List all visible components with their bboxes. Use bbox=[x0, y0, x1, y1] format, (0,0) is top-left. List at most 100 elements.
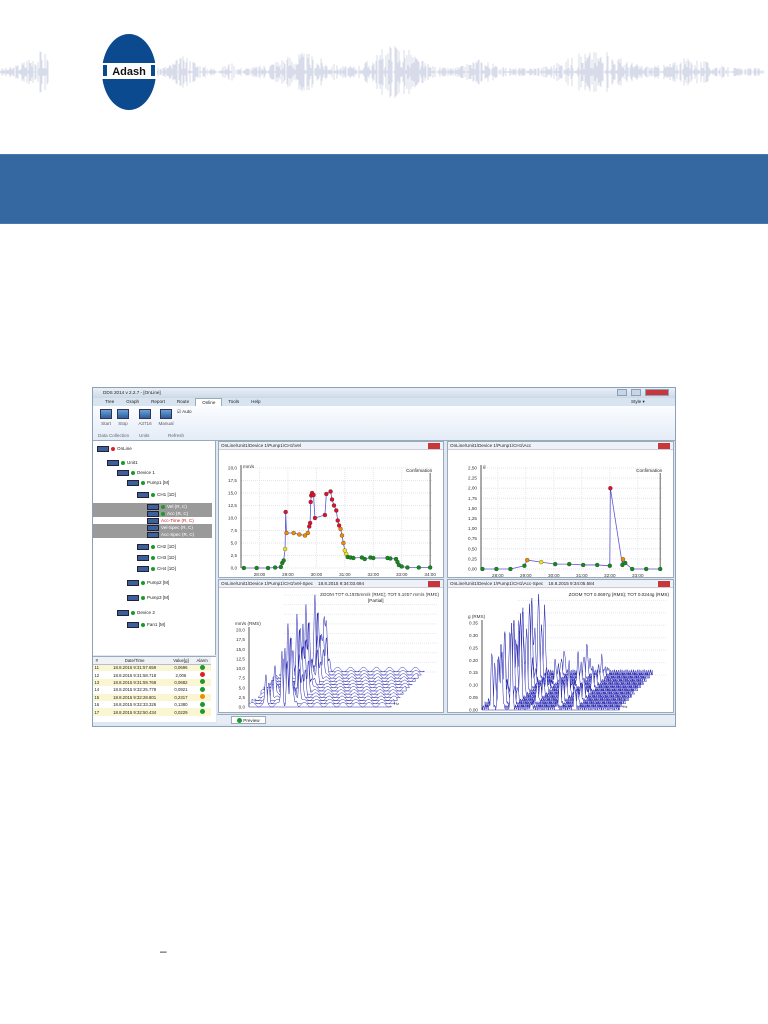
data-point[interactable] bbox=[254, 565, 259, 571]
data-point[interactable] bbox=[362, 556, 367, 562]
auto-checkbox[interactable]: ☑ Auto bbox=[177, 409, 192, 415]
data-point[interactable] bbox=[322, 512, 328, 518]
data-point[interactable] bbox=[567, 562, 572, 567]
data-point[interactable] bbox=[416, 565, 421, 570]
data-point[interactable] bbox=[272, 565, 278, 570]
data-point[interactable] bbox=[371, 555, 376, 561]
panel-close-button[interactable] bbox=[428, 581, 440, 587]
menu-help[interactable]: Help bbox=[245, 398, 266, 406]
data-point[interactable] bbox=[608, 486, 613, 491]
data-point[interactable] bbox=[525, 557, 530, 563]
tree-node[interactable]: CH3 [1D] bbox=[137, 554, 176, 561]
data-point[interactable] bbox=[553, 562, 558, 567]
data-point[interactable] bbox=[522, 563, 527, 568]
data-point[interactable] bbox=[581, 562, 586, 568]
menu-route[interactable]: Route bbox=[171, 398, 195, 406]
close-button[interactable] bbox=[645, 389, 669, 396]
data-point[interactable] bbox=[630, 566, 635, 572]
data-point[interactable] bbox=[284, 530, 289, 536]
tree-node[interactable]: Pump3 [M] bbox=[127, 594, 169, 601]
panel-close-button[interactable] bbox=[658, 443, 670, 449]
menu-online[interactable]: Online bbox=[195, 398, 223, 406]
tree-node[interactable]: Vel-Spec (R, C) bbox=[93, 524, 212, 531]
data-point[interactable] bbox=[595, 562, 600, 568]
data-point[interactable] bbox=[291, 530, 296, 536]
data-point[interactable] bbox=[311, 492, 316, 498]
table-row[interactable]: 12 18.8.2015 9:31:58.718 2,006 bbox=[93, 671, 211, 678]
tree-node[interactable]: Device 1 bbox=[117, 469, 155, 476]
data-point[interactable] bbox=[480, 566, 485, 572]
a3716-button[interactable]: A3716 bbox=[137, 409, 153, 426]
style-dropdown[interactable]: Style ▾ bbox=[631, 399, 645, 405]
start-button[interactable]: Start bbox=[98, 409, 114, 426]
data-point[interactable] bbox=[339, 533, 345, 538]
data-point[interactable] bbox=[282, 546, 288, 552]
table-row[interactable]: 16 18.8.2015 9:32:33.326 0,1380 bbox=[93, 701, 211, 708]
tree-node[interactable]: CH4 [1D] bbox=[137, 565, 176, 572]
tree-node[interactable]: Acc-Time (R, C) bbox=[147, 517, 194, 524]
tree-node[interactable]: CH2 [1D] bbox=[137, 543, 176, 550]
data-point[interactable] bbox=[494, 566, 499, 572]
data-point[interactable] bbox=[312, 515, 318, 521]
data-point[interactable] bbox=[324, 491, 329, 497]
data-point[interactable] bbox=[307, 524, 312, 529]
data-point[interactable] bbox=[307, 520, 313, 526]
data-point[interactable] bbox=[328, 489, 333, 494]
column-header[interactable]: # bbox=[93, 657, 101, 665]
minimize-button[interactable] bbox=[617, 389, 627, 396]
tree-node[interactable]: Acc (R, C) bbox=[93, 510, 212, 517]
tree-node[interactable]: Acc-Spec (R, C) bbox=[93, 531, 212, 538]
tree-node[interactable]: Unit1 bbox=[107, 459, 138, 466]
data-point[interactable] bbox=[405, 565, 410, 570]
data-point[interactable] bbox=[297, 532, 302, 537]
data-point[interactable] bbox=[308, 499, 313, 505]
menu-tools[interactable]: Tools bbox=[222, 398, 245, 406]
data-point[interactable] bbox=[428, 565, 433, 570]
tree-node[interactable]: OnLine bbox=[97, 445, 132, 452]
table-row[interactable]: 15 18.8.2015 9:32:28.801 0,2317 bbox=[93, 693, 211, 701]
column-header[interactable]: Date/Time bbox=[100, 657, 169, 665]
table-row[interactable]: 13 18.8.2015 9:31:59.768 0,0682 bbox=[93, 678, 211, 687]
data-point[interactable] bbox=[620, 557, 626, 562]
data-point[interactable] bbox=[388, 556, 393, 561]
data-point[interactable] bbox=[283, 509, 288, 515]
tree-node[interactable]: Device 2 bbox=[117, 609, 155, 616]
data-point[interactable] bbox=[607, 563, 612, 568]
maximize-button[interactable] bbox=[631, 389, 641, 396]
data-point[interactable] bbox=[331, 503, 337, 508]
table-row[interactable]: 14 18.8.2015 9:32:25.778 0,0921 bbox=[93, 686, 211, 693]
data-point[interactable] bbox=[334, 508, 339, 513]
data-point[interactable] bbox=[265, 565, 271, 571]
data-point[interactable] bbox=[335, 518, 340, 523]
menu-graph[interactable]: Graph bbox=[120, 398, 145, 406]
table-row[interactable]: 11 18.8.2015 9:31:57.659 0,0696 bbox=[93, 664, 211, 672]
tree-node[interactable]: Pump1 [M] bbox=[127, 479, 169, 486]
menu-tree[interactable]: Tree bbox=[99, 398, 120, 406]
data-point[interactable] bbox=[351, 555, 356, 561]
data-point[interactable] bbox=[341, 540, 346, 546]
column-header[interactable]: Value[g] bbox=[168, 657, 194, 665]
tree-node[interactable]: CH1 [1D] bbox=[137, 491, 176, 498]
data-point[interactable] bbox=[658, 566, 663, 572]
data-point[interactable] bbox=[241, 565, 246, 571]
data-point[interactable] bbox=[281, 558, 286, 563]
data-point[interactable] bbox=[508, 566, 513, 572]
tree-node[interactable]: Vel (R, C) bbox=[93, 503, 212, 510]
panel-close-button[interactable] bbox=[658, 581, 670, 587]
panel-close-button[interactable] bbox=[428, 443, 440, 449]
data-point[interactable] bbox=[539, 559, 544, 565]
table-row[interactable]: 17 18.8.2015 9:32:50.434 0,0229 bbox=[93, 708, 211, 716]
data-point[interactable] bbox=[399, 564, 404, 569]
data-point[interactable] bbox=[278, 564, 283, 570]
tree-node[interactable]: Pump2 [M] bbox=[127, 579, 169, 586]
tree-node[interactable]: Fan1 [M] bbox=[127, 621, 165, 628]
data-point[interactable] bbox=[305, 530, 310, 536]
menu-report[interactable]: Report bbox=[145, 398, 171, 406]
data-point[interactable] bbox=[623, 560, 628, 566]
data-point[interactable] bbox=[338, 526, 343, 532]
column-header[interactable]: Alarm bbox=[193, 657, 211, 665]
data-point[interactable] bbox=[644, 566, 649, 572]
data-point[interactable] bbox=[329, 497, 335, 502]
tab-preview[interactable]: Preview bbox=[231, 716, 266, 724]
stop-button[interactable]: Stop bbox=[115, 409, 131, 426]
